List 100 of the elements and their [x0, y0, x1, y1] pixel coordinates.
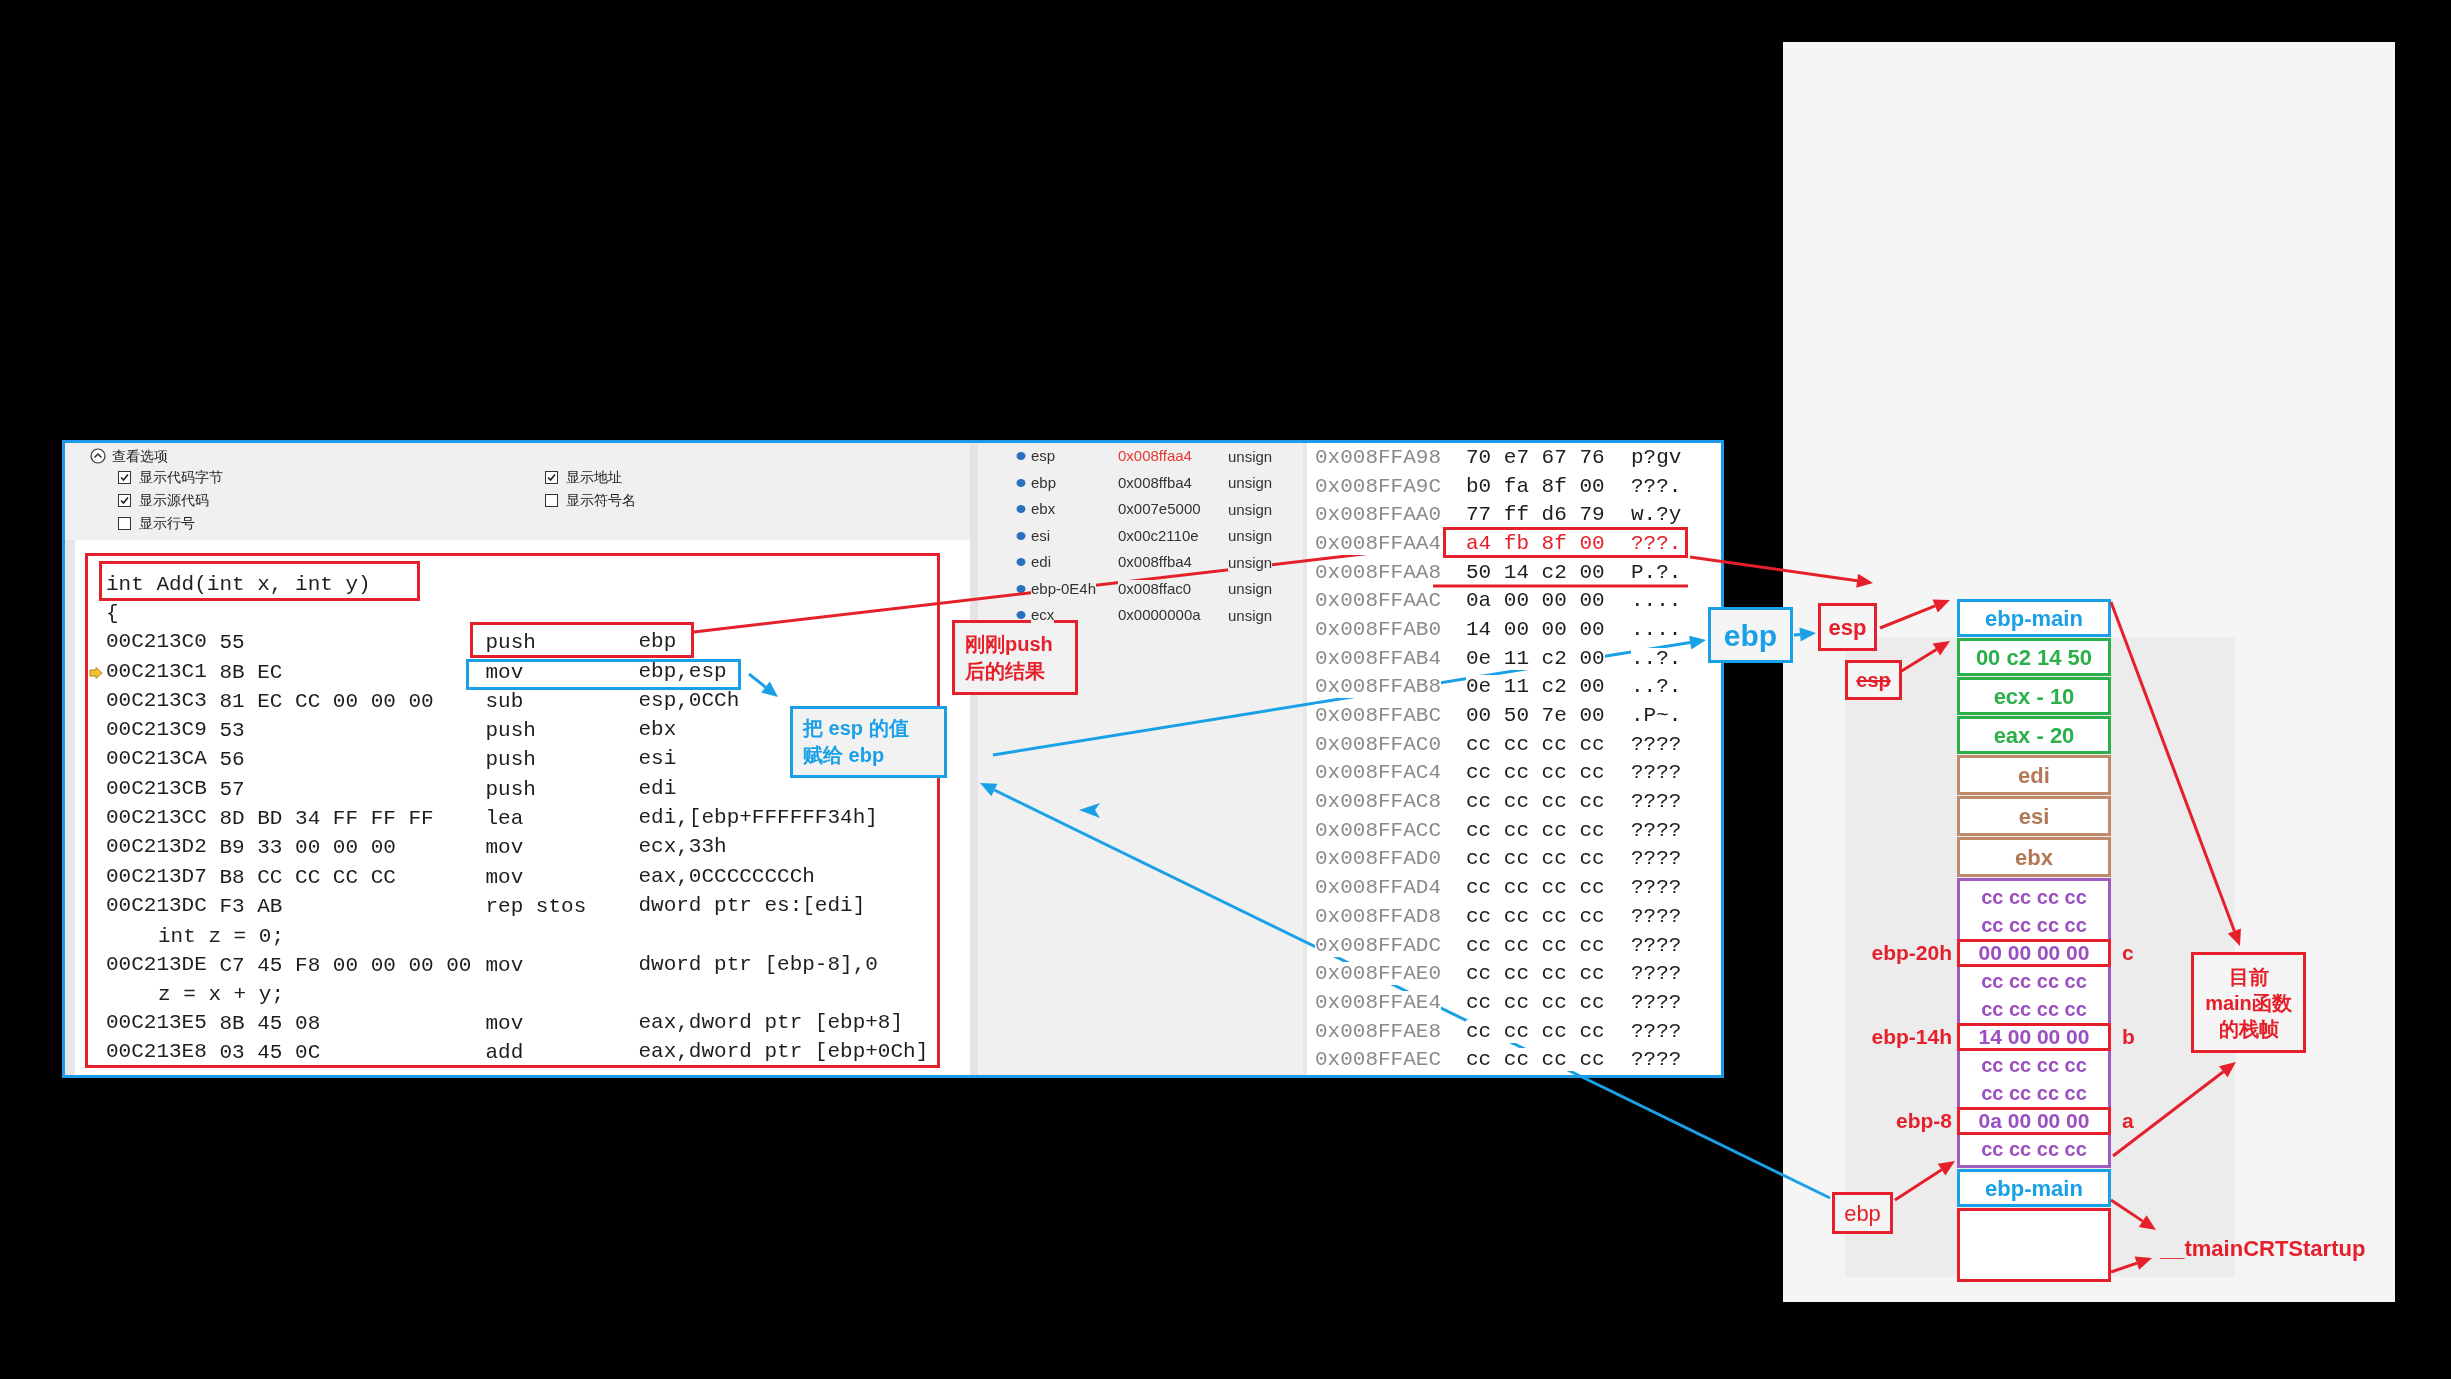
- register-value: 0x008ffac0: [1118, 579, 1192, 597]
- code-operands: ebp: [638, 631, 677, 656]
- stack-cell: ebp-main: [1957, 1169, 2111, 1207]
- code-operands: dword ptr es:[edi]: [638, 894, 866, 919]
- pointer-label: esp: [1845, 660, 1902, 700]
- arrow: [1899, 641, 1950, 674]
- stack-cell: edi: [1957, 755, 2111, 795]
- code-address: 00C213C9: [106, 719, 207, 744]
- source-line: {: [106, 603, 119, 625]
- checkbox-label: 显示地址: [566, 468, 622, 487]
- arrow: [2110, 1256, 2152, 1274]
- code-mnemonic: push: [485, 719, 536, 743]
- code-bytes: 57: [219, 777, 245, 801]
- callout-text: 刚刚push: [965, 631, 1054, 657]
- code-operands: eax,dword ptr [ebp+0Ch]: [638, 1041, 929, 1066]
- code-mnemonic: push: [485, 748, 536, 772]
- source-line: z = x + y;: [158, 984, 285, 1006]
- code-mnemonic: push: [485, 631, 536, 655]
- checkbox[interactable]: [118, 471, 131, 484]
- source-line: int Add(int x, int y): [106, 574, 371, 596]
- variable-cell: 00 00 00 00: [1957, 939, 2111, 967]
- code-bytes: 8D BD 34 FF FF FF: [219, 807, 434, 830]
- checkbox[interactable]: [118, 494, 131, 507]
- code-mnemonic: mov: [485, 660, 524, 684]
- callout-text: 赋给 ebp: [803, 743, 886, 768]
- variable-cell: 0a 00 00 00: [1957, 1107, 2111, 1135]
- stack-fill-row-text: cc cc cc cc: [1980, 1053, 2088, 1078]
- code-operands: ebx: [638, 719, 677, 744]
- code-address: 00C213C1: [106, 660, 207, 685]
- code-bytes: C7 45 F8 00 00 00 00: [219, 953, 472, 977]
- current-line-arrow-icon: [89, 666, 103, 679]
- code-address: 00C213CC: [106, 807, 207, 831]
- code-mnemonic: mov: [485, 953, 524, 977]
- code-operands: esi: [638, 748, 677, 773]
- pointer-label: ebp: [1708, 607, 1793, 663]
- code-bytes: 56: [219, 748, 245, 772]
- code-mnemonic: mov: [485, 836, 524, 860]
- collapse-icon[interactable]: [90, 448, 106, 464]
- checkbox[interactable]: [545, 471, 558, 484]
- code-bytes: F3 AB: [219, 894, 283, 918]
- code-mnemonic: add: [485, 1041, 524, 1065]
- variable-name: c: [2122, 940, 2134, 967]
- code-operands: ebp,esp: [638, 660, 727, 685]
- code-mnemonic: push: [485, 777, 536, 801]
- stack-cell: ecx - 10: [1957, 677, 2111, 715]
- register-icon: [1016, 477, 1026, 488]
- variable-cell: 14 00 00 00: [1957, 1023, 2111, 1051]
- stack-fill-row-text: cc cc cc cc: [1980, 997, 2088, 1022]
- checkbox[interactable]: [545, 494, 558, 507]
- register-type: unsign: [1228, 580, 1273, 598]
- variable-name: b: [2122, 1024, 2135, 1051]
- checkbox-label: 显示行号: [139, 514, 195, 533]
- options-title: 查看选项: [112, 446, 168, 466]
- code-bytes: 8B 45 08: [219, 1012, 321, 1036]
- code-operands: esp,0CCh: [638, 689, 740, 714]
- note-text: 的栈帧: [2218, 1016, 2279, 1042]
- code-address: 00C213DC: [106, 894, 207, 919]
- callout-text: 把 esp 的值: [803, 716, 910, 741]
- note-text: main函数: [2205, 990, 2292, 1016]
- stack-fill-row-text: cc cc cc cc: [1980, 913, 2088, 938]
- source-line: int z = 0;: [158, 925, 285, 947]
- code-bytes: 03 45 0C: [219, 1041, 321, 1065]
- code-bytes: 55: [219, 631, 245, 655]
- offset-label: ebp-8: [1896, 1108, 1952, 1135]
- code-mnemonic: mov: [485, 865, 524, 889]
- code-address: 00C213E8: [106, 1041, 207, 1066]
- checkbox[interactable]: [118, 517, 131, 530]
- code-address: 00C213C3: [106, 689, 207, 714]
- code-bytes: 8B EC: [219, 660, 283, 684]
- stack-fill-row-text: cc cc cc cc: [1980, 1081, 2088, 1106]
- arrow: [748, 672, 778, 697]
- stack-cell: ebp-main: [1957, 599, 2111, 637]
- pointer-label: ebp: [1832, 1192, 1893, 1234]
- code-operands: edi: [638, 777, 677, 802]
- register-icon: [1016, 610, 1026, 621]
- stack-cell: 00 c2 14 50: [1957, 638, 2111, 676]
- note-text: 目前: [2228, 964, 2269, 990]
- code-mnemonic: sub: [485, 689, 524, 713]
- code-address: 00C213D2: [106, 836, 207, 861]
- stack-fill-row-text: cc cc cc cc: [1980, 885, 2088, 910]
- code-address: 00C213D7: [106, 865, 207, 890]
- variable-name: a: [2122, 1108, 2134, 1135]
- code-mnemonic: rep stos: [485, 894, 587, 918]
- stack-cell: ebx: [1957, 837, 2111, 877]
- code-operands: dword ptr [ebp-8],0: [638, 953, 878, 978]
- arrow: [1793, 627, 1816, 642]
- caller-label: __tmainCRTStartup: [2160, 1235, 2366, 1263]
- code-operands: eax,dword ptr [ebp+8]: [638, 1012, 904, 1037]
- code-bytes: B8 CC CC CC CC: [219, 865, 396, 889]
- code-mnemonic: mov: [485, 1012, 524, 1036]
- callout-text: 后的结果: [965, 658, 1046, 684]
- offset-label: ebp-20h: [1871, 940, 1952, 967]
- memory-bytes: cc cc cc cc: [1466, 1048, 1605, 1072]
- code-operands: edi,[ebp+FFFFFF34h]: [638, 807, 878, 831]
- register-icon: [1016, 504, 1026, 515]
- code-address: 00C213CB: [106, 777, 207, 802]
- memory-address: 0x008FFAE0: [1315, 962, 1442, 986]
- stack-cell: esi: [1957, 796, 2111, 836]
- stack-cell: eax - 20: [1957, 716, 2111, 754]
- register-icon: [1016, 583, 1026, 594]
